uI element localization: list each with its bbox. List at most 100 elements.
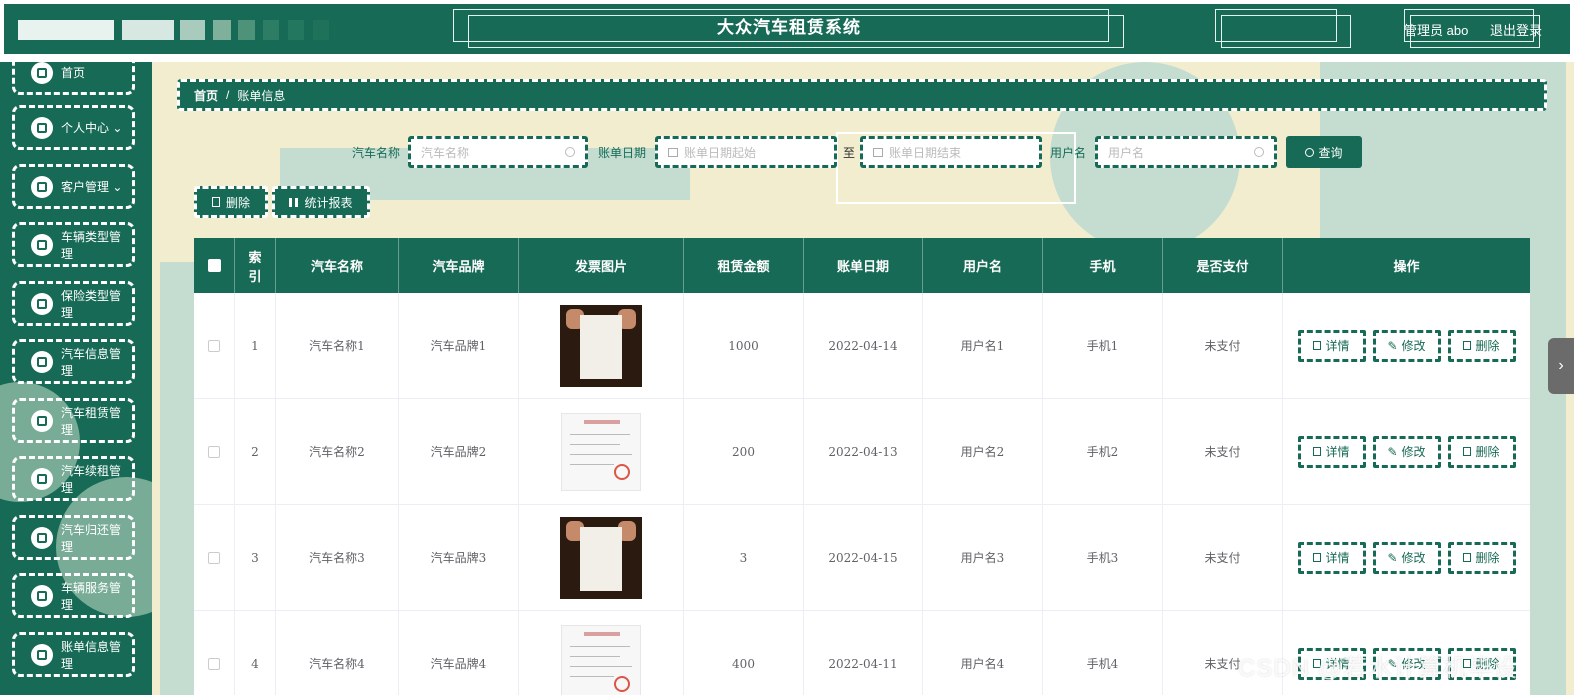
row-select-cell xyxy=(194,611,235,695)
user-cell: 用户名4 xyxy=(923,611,1043,695)
service-icon xyxy=(31,584,53,607)
user-cell: 用户名1 xyxy=(923,293,1043,398)
username-label: 用户名 xyxy=(1050,146,1087,160)
edit-label: 修改 xyxy=(1401,339,1426,353)
breadcrumb-home[interactable]: 首页 xyxy=(194,87,218,104)
sidebar-item-rental[interactable]: 汽车租赁管理 xyxy=(12,398,135,443)
edit-button[interactable]: ✎ 修改 xyxy=(1372,329,1441,362)
sidebar-item-renewal[interactable]: 汽车续租管理 xyxy=(12,456,135,501)
sidebar-item-car-info[interactable]: 汽车信息管理 xyxy=(12,339,135,384)
document-icon xyxy=(1313,341,1322,350)
invoice-image[interactable] xyxy=(560,304,642,387)
sidebar-item-insurance-types[interactable]: 保险类型管理 xyxy=(12,281,135,326)
sidebar-item-bills[interactable]: 账单信息管理 xyxy=(12,632,135,677)
delete-button[interactable]: 删除 xyxy=(1447,435,1516,468)
rental-icon xyxy=(31,409,53,432)
breadcrumb-separator: / xyxy=(226,88,230,102)
top-header: 大众汽车租赁系统 管理员 abo 退出登录 xyxy=(0,0,1574,62)
user-icon xyxy=(31,116,53,139)
edit-button[interactable]: ✎ 修改 xyxy=(1372,435,1441,468)
side-expand-tab[interactable]: › xyxy=(1548,338,1574,394)
statistics-report-button[interactable]: 统计报表 xyxy=(272,186,370,218)
delete-button[interactable]: 删除 xyxy=(1447,541,1516,574)
column-header: 索引 xyxy=(235,238,276,293)
phone-cell: 手机1 xyxy=(1043,293,1163,398)
sidebar-item-label: 汽车信息管理 xyxy=(61,346,122,378)
grid-icon xyxy=(31,175,53,198)
column-header: 汽车品牌 xyxy=(399,238,519,293)
phone-cell: 手机4 xyxy=(1043,611,1163,695)
delete-label: 删除 xyxy=(1475,551,1500,565)
date-end-input[interactable]: 账单日期结束 xyxy=(860,136,1042,168)
sidebar-item-customers[interactable]: 客户管理 ⌄ xyxy=(12,164,135,209)
detail-button[interactable]: 详情 xyxy=(1297,435,1366,468)
renew-icon xyxy=(31,467,53,490)
date-start-input[interactable]: 账单日期起始 xyxy=(655,136,837,168)
search-button[interactable]: 查询 xyxy=(1286,136,1362,168)
row-checkbox[interactable] xyxy=(208,551,220,564)
index-cell: 4 xyxy=(235,611,276,695)
sidebar-item-label: 汽车续租管理 xyxy=(61,463,122,495)
sidebar-item-label: 保险类型管理 xyxy=(61,288,122,320)
search-icon xyxy=(1305,147,1315,157)
sidebar-item-service[interactable]: 车辆服务管理 xyxy=(12,573,135,618)
phone-cell: 手机2 xyxy=(1043,399,1163,504)
index-cell: 3 xyxy=(235,505,276,610)
date-cell: 2022-04-13 xyxy=(804,399,923,504)
row-checkbox[interactable] xyxy=(208,339,220,352)
invoice-image[interactable] xyxy=(561,624,641,695)
detail-label: 详情 xyxy=(1325,339,1350,353)
brand-cell: 汽车品牌1 xyxy=(399,293,519,398)
invoice-image[interactable] xyxy=(561,412,641,491)
car-type-icon xyxy=(31,233,53,256)
sidebar-item-label: 账单信息管理 xyxy=(61,639,122,671)
calendar-icon xyxy=(873,147,883,157)
detail-button[interactable]: 详情 xyxy=(1297,329,1366,362)
trash-icon xyxy=(1463,341,1472,350)
row-select-cell xyxy=(194,505,235,610)
invoice-image[interactable] xyxy=(560,516,642,599)
bill-icon xyxy=(31,643,53,666)
sidebar-item-home[interactable]: 首页 xyxy=(12,62,135,95)
header-deco xyxy=(238,20,255,40)
column-header: 手机 xyxy=(1043,238,1163,293)
row-checkbox[interactable] xyxy=(208,445,220,458)
username-input[interactable]: 用户名 xyxy=(1095,136,1277,168)
car-name-input[interactable]: 汽车名称 xyxy=(408,136,588,168)
header-deco xyxy=(180,20,205,40)
invoice-image-cell xyxy=(519,399,684,504)
paid-cell: 未支付 xyxy=(1163,505,1283,610)
edit-label: 修改 xyxy=(1401,445,1426,459)
car-name-label: 汽车名称 xyxy=(352,146,401,160)
amount-cell: 1000 xyxy=(684,293,804,398)
edit-button[interactable]: ✎ 修改 xyxy=(1372,541,1441,574)
column-header: 用户名 xyxy=(923,238,1043,293)
sidebar: 首页 个人中心 ⌄ 客户管理 ⌄ 车辆类型管理 保险类型管理 汽车信息管理 汽车… xyxy=(0,62,152,695)
select-all-checkbox[interactable] xyxy=(207,259,221,272)
amount-cell: 3 xyxy=(684,505,804,610)
brand-cell: 汽车品牌4 xyxy=(399,611,519,695)
column-header: 操作 xyxy=(1393,259,1420,274)
trash-icon xyxy=(211,197,220,207)
bar-chart-icon xyxy=(289,197,299,207)
sidebar-item-profile[interactable]: 个人中心 ⌄ xyxy=(12,105,135,150)
header-deco xyxy=(122,20,174,40)
statistics-report-label: 统计报表 xyxy=(304,195,353,210)
batch-delete-button[interactable]: 删除 xyxy=(194,186,268,218)
select-all-cell xyxy=(194,238,235,293)
sidebar-item-car-types[interactable]: 车辆类型管理 xyxy=(12,222,135,267)
car-name-placeholder: 汽车名称 xyxy=(421,145,470,160)
trash-icon xyxy=(1463,553,1472,562)
brand-cell: 汽车品牌3 xyxy=(399,505,519,610)
sidebar-item-label: 车辆服务管理 xyxy=(61,580,122,612)
delete-button[interactable]: 删除 xyxy=(1447,329,1516,362)
row-checkbox[interactable] xyxy=(208,657,220,670)
operations-cell: 详情 ✎ 修改 删除 xyxy=(1283,293,1530,398)
current-user: 管理员 abo xyxy=(1404,23,1469,38)
detail-button[interactable]: 详情 xyxy=(1297,541,1366,574)
logout-link[interactable]: 退出登录 xyxy=(1490,20,1542,39)
column-header: 汽车名称 xyxy=(276,238,399,293)
search-icon xyxy=(565,147,575,157)
sidebar-item-return[interactable]: 汽车归还管理 xyxy=(12,515,135,560)
pencil-icon: ✎ xyxy=(1387,338,1398,353)
